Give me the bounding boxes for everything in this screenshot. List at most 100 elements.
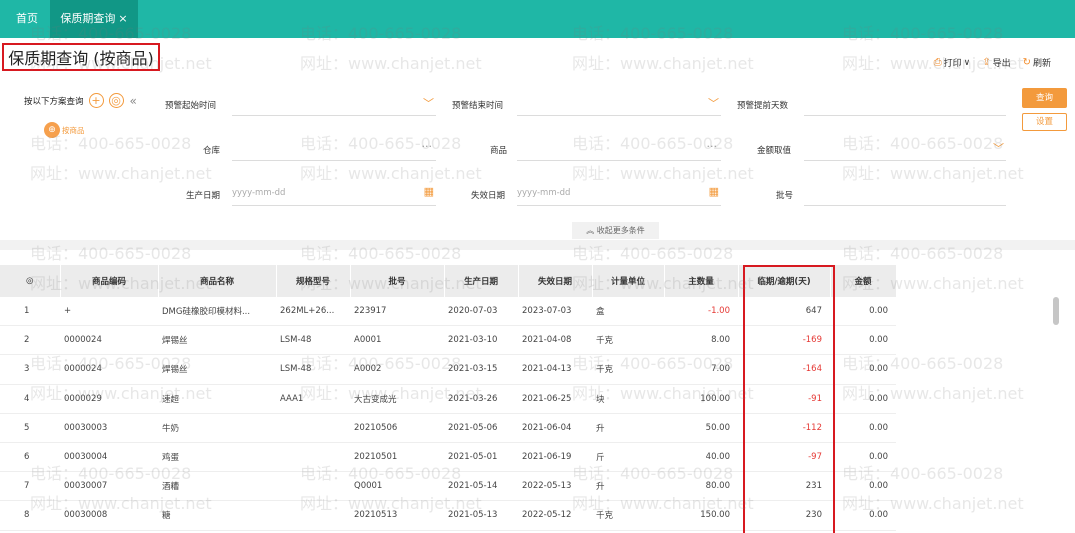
table-cell: 231 bbox=[738, 471, 830, 502]
table-cell: 2021-05-14 bbox=[444, 471, 518, 502]
scheme-settings-icon[interactable]: ◎ bbox=[108, 93, 124, 108]
column-header[interactable]: 规格型号 bbox=[276, 265, 351, 297]
goods-label: 商品 bbox=[490, 146, 508, 156]
table-cell: AAA1 bbox=[276, 384, 350, 414]
table-cell: 0000024 bbox=[60, 325, 158, 356]
table-cell: 0.00 bbox=[830, 325, 896, 356]
table-cell: 0.00 bbox=[830, 442, 896, 473]
warn-end-select[interactable]: ﹀ bbox=[517, 93, 721, 116]
prod-date-input[interactable]: yyyy-mm-dd ▦ bbox=[232, 183, 436, 206]
table-cell: 升 bbox=[592, 471, 664, 502]
expiry-date-label: 失效日期 bbox=[471, 191, 506, 201]
table-row[interactable]: 6 00030004 鸡蛋 20210501 2021-05-01 2021-06-19 斤… bbox=[0, 442, 896, 473]
table-cell bbox=[276, 413, 350, 443]
close-icon[interactable]: × bbox=[118, 12, 127, 25]
date-placeholder: yyyy-mm-dd bbox=[232, 188, 286, 198]
table-cell: 千克 bbox=[592, 325, 664, 356]
collapse-panel-icon[interactable]: « bbox=[130, 94, 137, 108]
query-button[interactable]: 查询 bbox=[1022, 88, 1067, 108]
vertical-scrollbar[interactable] bbox=[1053, 297, 1059, 325]
expiry-date-input[interactable]: yyyy-mm-dd ▦ bbox=[517, 183, 721, 206]
column-settings-icon[interactable]: ◎ bbox=[0, 265, 61, 297]
table-cell: 0000029 bbox=[60, 384, 158, 414]
table-header: ◎ 商品编码 商品名称 规格型号 批号 生产日期 失效日期 计量单位 主数量 临… bbox=[0, 265, 897, 297]
table-cell: 块 bbox=[592, 384, 664, 414]
scheme-item-goods[interactable]: ⊕ 按商品 bbox=[44, 122, 85, 138]
section-divider bbox=[0, 240, 1075, 250]
watermark-site: 网址：www.chanjet.net bbox=[30, 164, 212, 183]
tab-shelf-life-query[interactable]: 保质期查询 × bbox=[50, 0, 138, 38]
column-header[interactable]: 商品编码 bbox=[60, 265, 159, 297]
column-header[interactable]: 商品名称 bbox=[158, 265, 277, 297]
table-cell: 2023-07-03 bbox=[518, 297, 592, 327]
table-cell: 2021-03-15 bbox=[444, 354, 518, 385]
export-label: 导出 bbox=[992, 59, 1011, 69]
batch-input[interactable] bbox=[804, 183, 1006, 206]
refresh-button[interactable]: ↻ 刷新 bbox=[1023, 56, 1051, 69]
table-cell: 0.00 bbox=[830, 471, 896, 502]
column-header[interactable]: 临期/逾期(天) bbox=[738, 265, 831, 297]
table-row[interactable]: 2 0000024 焊锡丝 LSM-48 A0001 2021-03-10 2021-04-… bbox=[0, 325, 896, 356]
table-cell: 0.00 bbox=[830, 500, 896, 531]
table-row[interactable]: 7 00030007 酒糟 Q0001 2021-05-14 2022-05-13 升 80.… bbox=[0, 471, 896, 502]
toolbar: ⎙ 打印 ∨ ⇪ 导出 ↻ 刷新 bbox=[934, 56, 1051, 69]
table-cell: 20210513 bbox=[350, 500, 444, 531]
table-cell: 647 bbox=[738, 297, 830, 327]
table-row[interactable]: 8 00030008 糖 20210513 2021-05-13 2022-05-12 千克… bbox=[0, 500, 896, 531]
calendar-icon[interactable]: ▦ bbox=[709, 185, 719, 198]
column-header[interactable]: 计量单位 bbox=[592, 265, 665, 297]
table-cell: 2021-05-13 bbox=[444, 500, 518, 531]
add-scheme-icon[interactable]: + bbox=[88, 93, 104, 108]
chevron-down-icon[interactable]: ∨ bbox=[964, 58, 971, 68]
settings-button[interactable]: 设置 bbox=[1022, 113, 1067, 131]
column-header[interactable]: 失效日期 bbox=[518, 265, 593, 297]
print-button[interactable]: ⎙ 打印 ∨ bbox=[934, 56, 971, 69]
table-cell: 223917 bbox=[350, 297, 444, 327]
scheme-icon: ⊕ bbox=[44, 122, 60, 138]
table-cell: 00030008 bbox=[60, 500, 158, 531]
table-cell: 20210506 bbox=[350, 413, 444, 443]
more-icon[interactable]: ··· bbox=[707, 140, 718, 153]
export-button[interactable]: ⇪ 导出 bbox=[982, 56, 1010, 69]
table-cell: 20210501 bbox=[350, 442, 444, 473]
table-cell: 速超 bbox=[158, 384, 276, 414]
table-cell: 80.00 bbox=[664, 471, 738, 502]
table-cell: 5 bbox=[0, 413, 60, 443]
table-cell: 斤 bbox=[592, 442, 664, 473]
column-header[interactable]: 金额 bbox=[830, 265, 897, 297]
collapse-conditions-button[interactable]: ︽ 收起更多条件 bbox=[572, 222, 659, 239]
more-icon[interactable]: ··· bbox=[422, 140, 433, 153]
calendar-icon[interactable]: ▦ bbox=[424, 185, 434, 198]
table-cell: 千克 bbox=[592, 354, 664, 385]
column-header[interactable]: 批号 bbox=[350, 265, 445, 297]
table-cell: 升 bbox=[592, 413, 664, 443]
table-cell: 8 bbox=[0, 500, 60, 531]
table-cell: 00030004 bbox=[60, 442, 158, 473]
table-cell: 8.00 bbox=[664, 325, 738, 356]
table-cell: 鸡蛋 bbox=[158, 442, 276, 473]
column-header[interactable]: 生产日期 bbox=[444, 265, 519, 297]
warn-start-select[interactable]: ﹀ bbox=[232, 93, 436, 116]
table-cell: Q0001 bbox=[350, 471, 444, 502]
tab-home[interactable]: 首页 bbox=[16, 0, 38, 38]
table-cell: A0001 bbox=[350, 325, 444, 356]
table-cell: 3 bbox=[0, 354, 60, 385]
table-row[interactable]: 5 00030003 牛奶 20210506 2021-05-06 2021-06-04 升… bbox=[0, 413, 896, 443]
table-cell: 4 bbox=[0, 384, 60, 414]
warehouse-input[interactable]: ··· bbox=[232, 138, 436, 161]
table-row[interactable]: 4 0000029 速超 AAA1 大古变成光 2021-03-26 2021-06-25 块… bbox=[0, 384, 896, 414]
table-cell: 酒糟 bbox=[158, 471, 276, 502]
top-tab-bar: 首页 保质期查询 × bbox=[0, 0, 1075, 38]
table-cell: -164 bbox=[738, 354, 830, 385]
table-cell: 2021-06-19 bbox=[518, 442, 592, 473]
amount-select[interactable]: ﹀ bbox=[804, 138, 1006, 161]
column-header[interactable]: 主数量 bbox=[664, 265, 739, 297]
table-cell: -91 bbox=[738, 384, 830, 414]
table-cell: 0000024 bbox=[60, 354, 158, 385]
warn-days-input[interactable] bbox=[804, 93, 1006, 116]
table-row[interactable]: 3 0000024 焊锡丝 LSM-48 A0002 2021-03-15 2021-04-… bbox=[0, 354, 896, 385]
goods-input[interactable]: ··· bbox=[517, 138, 721, 161]
more-conditions-label: 收起更多条件 bbox=[596, 226, 645, 235]
table-cell: 牛奶 bbox=[158, 413, 276, 443]
table-row[interactable]: 1 + DMG硅橡胶印模材料... 262ML+26... 223917 2020-07-… bbox=[0, 297, 896, 327]
